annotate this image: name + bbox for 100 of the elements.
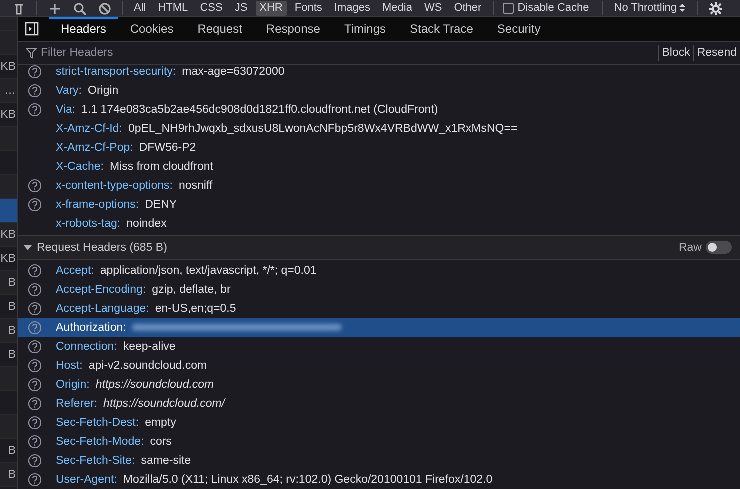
header-value: max-age=63072000 — [182, 66, 285, 78]
header-name: Sec-Fetch-Site: — [56, 454, 136, 466]
checkbox[interactable] — [502, 2, 514, 14]
header-row[interactable]: Sec-Fetch-Dest: empty — [18, 413, 740, 432]
header-name: Accept-Language: — [56, 302, 150, 314]
trash-icon — [12, 2, 25, 14]
filter-button[interactable]: WS — [420, 0, 446, 16]
header-name: Sec-Fetch-Mode: — [56, 436, 144, 448]
filter-button[interactable]: HTML — [154, 0, 192, 16]
header-name: Host: — [56, 360, 83, 372]
header-row[interactable]: Sec-Fetch-Site: same-site — [18, 451, 740, 470]
header-value: 1.1 174e083ca5b2ae456dc908d0d1821ff0.cloudfront.net (CloudFront) — [82, 104, 438, 116]
request-size: B — [8, 300, 16, 312]
header-name: User-Agent: — [56, 474, 118, 486]
request-row[interactable] — [0, 175, 17, 199]
raw-toggle-switch[interactable] — [706, 241, 732, 254]
filter-field[interactable]: Filter Headers — [41, 47, 658, 59]
request-row[interactable]: B — [0, 463, 17, 487]
action-button[interactable]: Resend — [693, 45, 740, 61]
tab[interactable]: Timings — [332, 17, 398, 41]
request-size: KB — [0, 60, 16, 72]
request-size: KB — [0, 252, 16, 264]
request-size: B — [8, 324, 16, 336]
header-row[interactable]: Connection: keep-alive — [18, 337, 740, 356]
request-size: B — [8, 276, 16, 288]
header-value: noindex — [126, 218, 167, 230]
settings-icon — [709, 2, 722, 14]
filter-button[interactable]: Other — [450, 0, 486, 16]
request-size: KB — [0, 108, 16, 120]
request-row[interactable] — [0, 367, 17, 391]
header-row[interactable]: Vary: Origin — [18, 81, 740, 100]
header-row[interactable]: Via: 1.1 174e083ca5b2ae456dc908d0d1821ff0.cloudfront.net (CloudFront) — [18, 100, 740, 119]
header-row[interactable]: Accept-Language: en-US,en;q=0.5 — [18, 299, 740, 318]
header-name: Authorization: — [56, 322, 126, 334]
header-row[interactable]: Referer: https://soundcloud.com/ — [18, 394, 740, 413]
tab[interactable]: Request — [186, 17, 254, 41]
header-row[interactable]: X-Amz-Cf-Id: 0pEL_NH9rhJwqxb_sdxusU8LwonAcNFbp5r8Wx4VRBdWW_x1RxMsNQ== — [18, 119, 740, 138]
request-row[interactable] — [0, 31, 17, 55]
header-value: en-US,en;q=0.5 — [155, 302, 236, 314]
updown-caret-icon — [679, 3, 686, 13]
header-row[interactable]: Host: api-v2.soundcloud.com — [18, 356, 740, 375]
header-row[interactable]: Sec-Fetch-Mode: cors — [18, 432, 740, 451]
header-row[interactable]: strict-transport-security: max-age=63072000 — [18, 62, 740, 81]
header-row[interactable]: X-Amz-Cf-Pop: DFW56-P2 — [18, 138, 740, 157]
header-row[interactable]: User-Agent: Mozilla/5.0 (X11; Linux x86_64; rv:102.0) Gecko/20100101 Firefox/102.0 — [18, 470, 740, 489]
request-size: B — [8, 444, 16, 456]
section-title: Request Headers (685 B) — [37, 242, 168, 254]
header-value: keep-alive — [123, 340, 176, 352]
header-value: api-v2.soundcloud.com — [88, 360, 208, 372]
request-row[interactable]: KB — [0, 223, 17, 247]
filter-button[interactable]: JS — [230, 0, 252, 16]
header-name: Connection: — [56, 340, 118, 352]
checkbox-label: Disable Cache — [518, 2, 590, 14]
request-row[interactable]: B — [0, 319, 17, 343]
filter-button[interactable]: Media — [378, 0, 416, 16]
request-row[interactable]: B — [0, 271, 17, 295]
tab[interactable]: Response — [254, 17, 332, 41]
action-button[interactable]: Block — [658, 45, 694, 61]
tab[interactable]: Cookies — [118, 17, 186, 41]
filter-button[interactable]: Fonts — [290, 0, 326, 16]
filter-button[interactable]: XHR — [256, 0, 287, 16]
header-value: https://soundcloud.com — [96, 378, 214, 390]
request-row[interactable] — [0, 199, 17, 223]
header-name: x-content-type-options: — [56, 180, 173, 192]
header-value: Miss from cloudfront — [110, 160, 214, 172]
header-row[interactable]: Origin: https://soundcloud.com — [18, 375, 740, 394]
header-name: Vary: — [56, 84, 82, 96]
filter-button[interactable]: Images — [330, 0, 374, 16]
header-value: cors — [150, 436, 172, 448]
header-row[interactable]: Accept: application/json, text/javascript, */*; q=0.01 — [18, 261, 740, 280]
request-size: … — [4, 84, 16, 96]
toggle-label: Raw — [678, 242, 702, 254]
header-value: gzip, deflate, br — [152, 284, 231, 296]
tab[interactable]: Stack Trace — [398, 17, 486, 41]
request-row[interactable] — [0, 127, 17, 151]
header-row[interactable]: Accept-Encoding: gzip, deflate, br — [18, 280, 740, 299]
header-row[interactable]: x-content-type-options: nosniff — [18, 176, 740, 195]
header-row[interactable]: x-robots-tag: noindex — [18, 214, 740, 233]
header-value: empty — [145, 416, 176, 428]
header-value: Mozilla/5.0 (X11; Linux x86_64; rv:102.0) Gecko/20100101 Firefox/102.0 — [123, 474, 493, 486]
throttling-dropdown[interactable]: No Throttling — [608, 2, 692, 14]
filter-button[interactable]: All — [130, 0, 150, 16]
header-row[interactable]: Authorization: — [18, 318, 740, 337]
header-name: strict-transport-security: — [56, 66, 176, 78]
search-icon — [73, 2, 86, 14]
block-icon — [98, 2, 111, 14]
header-value: https://soundcloud.com/ — [104, 398, 226, 410]
request-row[interactable]: … — [0, 79, 17, 103]
header-name: x-frame-options: — [56, 198, 140, 210]
filter-button[interactable]: CSS — [196, 0, 227, 16]
header-row[interactable]: x-frame-options: DENY — [18, 195, 740, 214]
request-size: KB — [0, 228, 16, 240]
request-row[interactable] — [0, 17, 17, 31]
section-header[interactable]: Request Headers (685 B) Raw — [18, 235, 740, 260]
request-row[interactable] — [0, 415, 17, 439]
tab[interactable]: Security — [485, 17, 553, 41]
header-row[interactable]: X-Cache: Miss from cloudfront — [18, 157, 740, 176]
header-value: nosniff — [178, 180, 213, 192]
header-value: DENY — [145, 198, 178, 210]
header-value: same-site — [141, 454, 192, 466]
